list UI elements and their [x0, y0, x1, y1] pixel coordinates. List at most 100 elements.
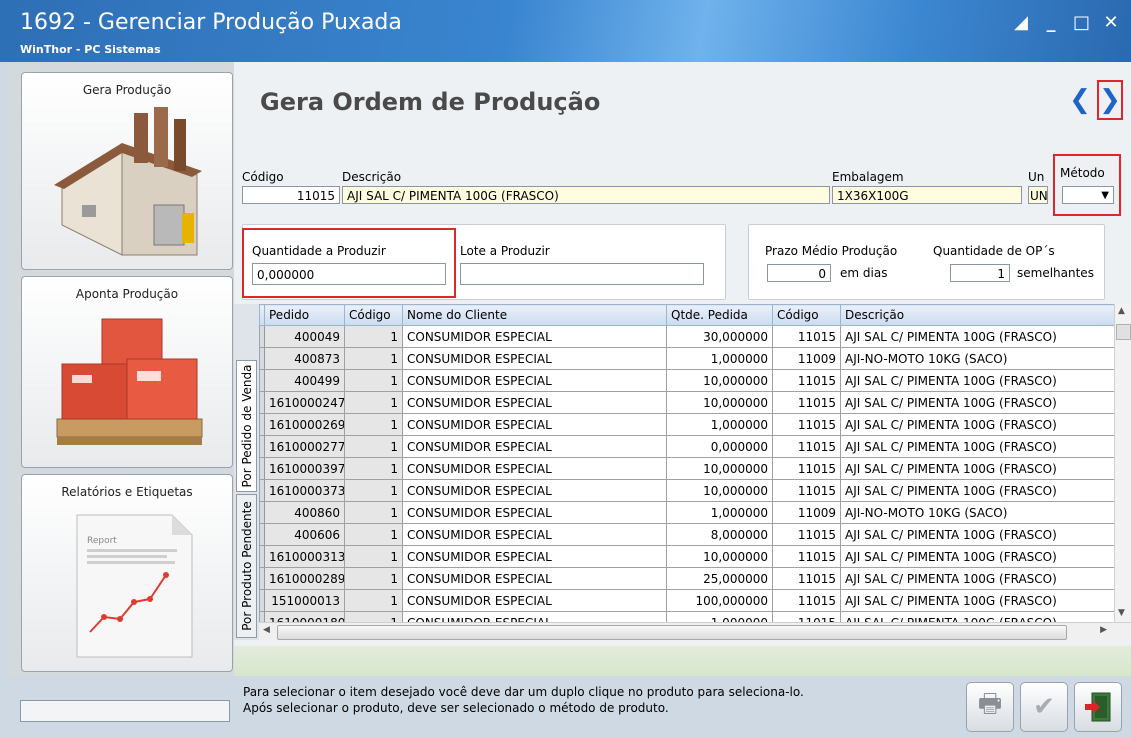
table-cell: 11015 — [772, 325, 841, 348]
table-cell: 100,000000 — [666, 589, 773, 612]
table-cell: 1610000269 — [264, 413, 345, 436]
scroll-up-icon[interactable]: ▲ — [1118, 306, 1125, 316]
prazo-panel — [748, 224, 1105, 300]
table-row[interactable]: 1610000277 1 CONSUMIDOR ESPECIAL 0,000000 11… — [259, 435, 1115, 458]
scroll-down-icon[interactable]: ▼ — [1118, 608, 1125, 618]
tab-por-produto-pendente[interactable]: Por Produto Pendente — [236, 494, 257, 638]
qtd-input[interactable]: 0,000000 — [252, 263, 446, 285]
table-cell: 1,000000 — [666, 347, 773, 370]
next-arrow-icon[interactable]: ❯ — [1097, 80, 1123, 120]
maximize-icon[interactable]: □ — [1073, 12, 1090, 33]
minimize-icon[interactable]: _ — [1043, 12, 1059, 33]
table-cell: 10,000000 — [666, 457, 773, 480]
scroll-thumb[interactable] — [1116, 324, 1131, 340]
table-row[interactable]: 1610000313 1 CONSUMIDOR ESPECIAL 10,000000 1… — [259, 545, 1115, 568]
close-icon[interactable]: ✕ — [1103, 12, 1119, 33]
checkmark-icon: ✔ — [1033, 692, 1055, 722]
confirm-button[interactable]: ✔ — [1020, 682, 1068, 732]
table-cell: 11015 — [772, 611, 841, 622]
status-line-1: Para selecionar o item desejado você dev… — [243, 685, 804, 699]
vertical-scrollbar[interactable]: ▲ ▼ — [1114, 304, 1131, 622]
table-cell: AJI SAL C/ PIMENTA 100G (FRASCO) — [840, 435, 1115, 458]
descricao-field[interactable]: AJI SAL C/ PIMENTA 100G (FRASCO) — [342, 186, 830, 204]
table-row[interactable]: 151000013 1 CONSUMIDOR ESPECIAL 100,000000 1… — [259, 589, 1115, 612]
table-cell: 1 — [344, 413, 403, 436]
table-cell: AJI SAL C/ PIMENTA 100G (FRASCO) — [840, 325, 1115, 348]
table-cell: AJI SAL C/ PIMENTA 100G (FRASCO) — [840, 369, 1115, 392]
table-cell: CONSUMIDOR ESPECIAL — [402, 457, 667, 480]
table-cell: CONSUMIDOR ESPECIAL — [402, 567, 667, 590]
table-cell: 1,000000 — [666, 501, 773, 524]
header-descricao[interactable]: Descrição — [840, 304, 1115, 326]
metodo-select[interactable]: ▼ — [1062, 186, 1114, 204]
embalagem-field[interactable]: 1X36X100G — [832, 186, 1022, 204]
table-cell: 400499 — [264, 369, 345, 392]
table-cell: 1 — [344, 501, 403, 524]
table-row[interactable]: 400499 1 CONSUMIDOR ESPECIAL 10,000000 11015… — [259, 369, 1115, 392]
boxes-pallet-icon — [56, 318, 203, 445]
tab-label: Por Produto Pendente — [239, 501, 254, 631]
tab-label: Por Pedido de Venda — [239, 364, 254, 488]
lote-input[interactable] — [460, 263, 704, 285]
table-cell: 1 — [344, 523, 403, 546]
table-cell: 1610000289 — [264, 567, 345, 590]
table-cell: 1 — [344, 325, 403, 348]
table-cell: 1610000247 — [264, 391, 345, 414]
horizontal-scrollbar[interactable]: ◀ ▶ — [259, 622, 1131, 641]
table-row[interactable]: 1610000397 1 CONSUMIDOR ESPECIAL 10,000000 1… — [259, 457, 1115, 480]
scroll-left-icon[interactable]: ◀ — [263, 625, 270, 635]
table-cell: 1,000000 — [666, 611, 773, 622]
orders-table: Pedido Código Nome do Cliente Qtde. Pedi… — [259, 304, 1115, 622]
restore-icon[interactable]: ◢ — [1013, 12, 1029, 33]
window-controls: ◢ _ □ ✕ — [1013, 12, 1119, 33]
table-cell: 1 — [344, 391, 403, 414]
table-row[interactable]: 400049 1 CONSUMIDOR ESPECIAL 30,000000 11015… — [259, 325, 1115, 348]
previous-arrow-icon[interactable]: ❮ — [1069, 86, 1091, 114]
hscroll-thumb[interactable] — [277, 625, 1067, 640]
table-cell: AJI-NO-MOTO 10KG (SACO) — [840, 501, 1115, 524]
header-codigo[interactable]: Código — [344, 304, 403, 326]
metodo-label: Método — [1060, 166, 1105, 180]
qtd-op-input[interactable]: 1 — [950, 264, 1010, 282]
table-cell: 11015 — [772, 545, 841, 568]
table-row[interactable]: 1610000269 1 CONSUMIDOR ESPECIAL 1,000000 11… — [259, 413, 1115, 436]
tab-por-pedido-venda[interactable]: Por Pedido de Venda — [236, 360, 257, 492]
card-relatorios-etiquetas[interactable]: Relatórios e Etiquetas Report — [21, 474, 233, 672]
card-aponta-producao[interactable]: Aponta Produção — [21, 276, 233, 468]
table-cell: AJI SAL C/ PIMENTA 100G (FRASCO) — [840, 611, 1115, 622]
un-field[interactable]: UN — [1028, 186, 1048, 204]
table-row[interactable]: 400860 1 CONSUMIDOR ESPECIAL 1,000000 11009 A… — [259, 501, 1115, 524]
prazo-label: Prazo Médio Produção — [765, 244, 898, 258]
table-cell: AJI-NO-MOTO 10KG (SACO) — [840, 347, 1115, 370]
codigo-field[interactable]: 11015 — [242, 186, 340, 204]
table-row[interactable]: 16100001801CONSUMIDOR ESPECIAL1,00000011… — [259, 611, 1115, 622]
table-row[interactable]: 400873 1 CONSUMIDOR ESPECIAL 1,000000 11009 A… — [259, 347, 1115, 370]
card-label: Relatórios e Etiquetas — [61, 485, 193, 499]
table-cell: 11015 — [772, 413, 841, 436]
table-cell: CONSUMIDOR ESPECIAL — [402, 501, 667, 524]
card-gera-producao[interactable]: Gera Produção — [21, 72, 233, 270]
table-row[interactable]: 400606 1 CONSUMIDOR ESPECIAL 8,000000 11015 A… — [259, 523, 1115, 546]
qtd-label: Quantidade a Produzir — [252, 244, 386, 258]
table-cell: 1 — [344, 479, 403, 502]
table-cell: CONSUMIDOR ESPECIAL — [402, 523, 667, 546]
table-row[interactable]: 1610000289 1 CONSUMIDOR ESPECIAL 25,000000 1… — [259, 567, 1115, 590]
print-button[interactable]: 🖶 — [966, 682, 1014, 732]
scroll-right-icon[interactable]: ▶ — [1100, 625, 1107, 635]
table-row[interactable]: 1610000373 1 CONSUMIDOR ESPECIAL 10,000000 1… — [259, 479, 1115, 502]
table-row[interactable]: 1610000247 1 CONSUMIDOR ESPECIAL 10,000000 1… — [259, 391, 1115, 414]
table-cell: CONSUMIDOR ESPECIAL — [402, 369, 667, 392]
table-cell: CONSUMIDOR ESPECIAL — [402, 479, 667, 502]
card-label: Aponta Produção — [75, 287, 179, 301]
orders-grid: Por Pedido de Venda Por Produto Pendente… — [234, 304, 1131, 641]
table-cell: 11009 — [772, 501, 841, 524]
exit-button[interactable] — [1074, 682, 1122, 732]
info-strip — [234, 646, 1131, 676]
prazo-input[interactable]: 0 — [767, 264, 831, 282]
header-qtde-pedida[interactable]: Qtde. Pedida — [666, 304, 773, 326]
factory-icon — [54, 107, 202, 256]
header-codigo-produto[interactable]: Código — [772, 304, 841, 326]
header-nome-cliente[interactable]: Nome do Cliente — [402, 304, 667, 326]
table-cell: CONSUMIDOR ESPECIAL — [402, 545, 667, 568]
header-pedido[interactable]: Pedido — [264, 304, 345, 326]
